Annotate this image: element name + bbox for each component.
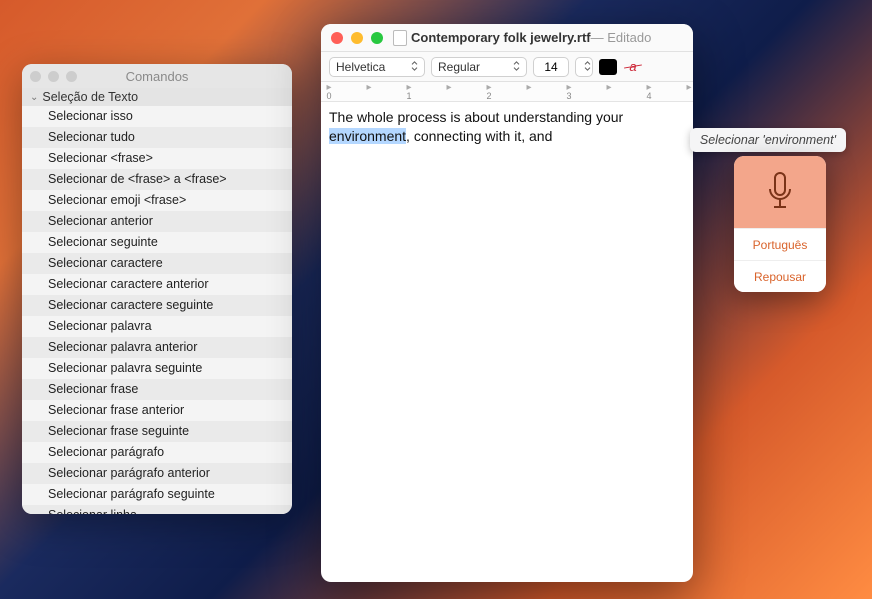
command-item[interactable]: Selecionar frase — [22, 379, 292, 400]
body-text-pre: The whole process is about understanding… — [329, 109, 623, 125]
command-item[interactable]: Selecionar tudo — [22, 127, 292, 148]
font-family-value: Helvetica — [336, 60, 385, 74]
microphone-icon — [765, 171, 795, 213]
commands-section-header[interactable]: ⌄ Seleção de Texto — [22, 88, 292, 106]
command-item[interactable]: Selecionar palavra anterior — [22, 337, 292, 358]
command-item[interactable]: Selecionar caractere seguinte — [22, 295, 292, 316]
command-item[interactable]: Selecionar linha — [22, 505, 292, 514]
command-item[interactable]: Selecionar seguinte — [22, 232, 292, 253]
command-item[interactable]: Selecionar emoji <frase> — [22, 190, 292, 211]
traffic-lights — [331, 32, 383, 44]
minimize-button[interactable] — [48, 71, 59, 82]
command-item[interactable]: Selecionar palavra — [22, 316, 292, 337]
textedit-titlebar[interactable]: Contemporary folk jewelry.rtf — Editado — [321, 24, 693, 52]
commands-titlebar[interactable]: Comandos — [22, 64, 292, 88]
commands-window: Comandos ⌄ Seleção de Texto Selecionar i… — [22, 64, 292, 514]
body-text-post: , connecting with it, and — [406, 128, 552, 144]
commands-list[interactable]: Selecionar issoSelecionar tudoSelecionar… — [22, 106, 292, 514]
close-button[interactable] — [331, 32, 343, 44]
font-style-value: Regular — [438, 60, 480, 74]
strike-style-button[interactable]: a — [623, 58, 643, 76]
command-item[interactable]: Selecionar caractere anterior — [22, 274, 292, 295]
command-item[interactable]: Selecionar caractere — [22, 253, 292, 274]
zoom-button[interactable] — [66, 71, 77, 82]
zoom-button[interactable] — [371, 32, 383, 44]
voice-rest-button[interactable]: Repousar — [734, 260, 826, 292]
command-item[interactable]: Selecionar palavra seguinte — [22, 358, 292, 379]
ruler-tab-marker[interactable]: ▸ — [446, 82, 451, 93]
font-family-select[interactable]: Helvetica — [329, 57, 425, 77]
caret-updown-icon — [411, 60, 418, 74]
voice-command-tooltip: Selecionar 'environment' — [690, 128, 846, 152]
command-item[interactable]: Selecionar <frase> — [22, 148, 292, 169]
caret-updown-icon — [513, 60, 520, 74]
caret-updown-icon — [584, 60, 591, 74]
command-item[interactable]: Selecionar isso — [22, 106, 292, 127]
ruler-tab-marker[interactable]: ▸ — [686, 82, 691, 93]
command-item[interactable]: Selecionar de <frase> a <frase> — [22, 169, 292, 190]
command-item[interactable]: Selecionar parágrafo anterior — [22, 463, 292, 484]
ruler-tab-marker[interactable]: ▸ — [406, 82, 411, 93]
close-button[interactable] — [30, 71, 41, 82]
command-item[interactable]: Selecionar frase seguinte — [22, 421, 292, 442]
font-style-select[interactable]: Regular — [431, 57, 527, 77]
section-header-label: Seleção de Texto — [42, 90, 138, 104]
ruler-tab-marker[interactable]: ▸ — [366, 82, 371, 93]
font-size-field[interactable]: 14 — [533, 57, 569, 77]
command-item[interactable]: Selecionar parágrafo — [22, 442, 292, 463]
command-item[interactable]: Selecionar anterior — [22, 211, 292, 232]
textedit-toolbar: Helvetica Regular 14 a — [321, 52, 693, 82]
ruler-tab-marker[interactable]: ▸ — [486, 82, 491, 93]
ruler-tab-marker[interactable]: ▸ — [566, 82, 571, 93]
document-body[interactable]: The whole process is about understanding… — [321, 102, 693, 582]
selected-text: environment — [329, 128, 406, 144]
document-icon — [393, 30, 407, 46]
document-title: Contemporary folk jewelry.rtf — [411, 30, 591, 45]
ruler-tab-marker[interactable]: ▸ — [606, 82, 611, 93]
text-color-swatch[interactable] — [599, 59, 617, 75]
command-item[interactable]: Selecionar frase anterior — [22, 400, 292, 421]
ruler[interactable]: 0▸▸1▸▸2▸▸3▸▸4▸▸ — [321, 82, 693, 102]
ruler-tab-marker[interactable]: ▸ — [646, 82, 651, 93]
font-size-stepper[interactable] — [575, 57, 593, 77]
command-item[interactable]: Selecionar parágrafo seguinte — [22, 484, 292, 505]
voice-language-button[interactable]: Português — [734, 228, 826, 260]
voice-control-panel: Português Repousar — [734, 156, 826, 292]
edited-suffix: — Editado — [591, 30, 652, 45]
textedit-window: Contemporary folk jewelry.rtf — Editado … — [321, 24, 693, 582]
traffic-lights-inactive[interactable] — [30, 71, 77, 82]
microphone-area[interactable] — [734, 156, 826, 228]
font-size-value: 14 — [544, 60, 557, 74]
ruler-tab-marker[interactable]: ▸ — [526, 82, 531, 93]
chevron-down-icon: ⌄ — [30, 92, 38, 103]
ruler-tab-marker[interactable]: ▸ — [326, 82, 331, 93]
minimize-button[interactable] — [351, 32, 363, 44]
